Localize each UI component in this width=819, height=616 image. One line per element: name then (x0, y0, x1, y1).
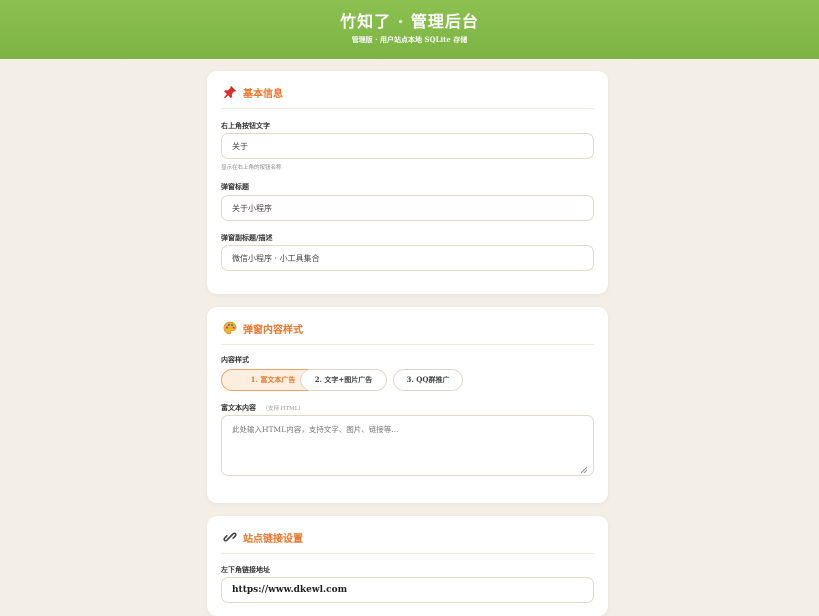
app-header: 竹知了 · 管理后台 管理版 · 用户站点本地 SQLite 存储 (0, 0, 819, 59)
popup-subtitle-label: 弹窗副标题/描述 (221, 233, 273, 242)
basic-info-card: 基本信息 右上角按钮文字 显示在右上角的按钮名称 弹窗标题 弹窗副标题/描述 (207, 71, 608, 294)
button-text-label: 右上角按钮文字 (221, 121, 270, 130)
bottom-left-link-input[interactable] (221, 577, 594, 603)
link-icon (223, 532, 237, 542)
site-links-header: 站点链接设置 (221, 516, 594, 554)
rich-content-label: 富文本内容 （支持 HTML） (221, 403, 304, 413)
pushpin-icon (223, 85, 237, 99)
basic-info-header: 基本信息 (221, 71, 594, 109)
basic-info-title: 基本信息 (243, 89, 283, 100)
rich-content-textarea[interactable] (221, 415, 594, 476)
rich-content-hint: （支持 HTML） (262, 406, 304, 412)
app-subtitle: 管理版 · 用户站点本地 SQLite 存储 (351, 35, 468, 44)
popup-style-header: 弹窗内容样式 (221, 307, 594, 345)
popup-style-card: 弹窗内容样式 内容样式 1. 富文本广告 2. 文字+图片广告 3. QQ群推广… (207, 307, 608, 503)
button-text-hint: 显示在右上角的按钮名称 (221, 165, 282, 171)
option-text-image-ad[interactable]: 2. 文字+图片广告 (300, 369, 387, 391)
resize-handle-icon[interactable] (581, 467, 587, 473)
popup-style-title: 弹窗内容样式 (243, 325, 303, 336)
option-qq-group[interactable]: 3. QQ群推广 (393, 369, 463, 391)
app-title: 竹知了 · 管理后台 (340, 12, 479, 31)
button-text-input[interactable] (221, 133, 594, 159)
rich-content-wrapper (207, 415, 608, 476)
site-links-card: 站点链接设置 左下角链接地址 (207, 516, 608, 616)
popup-title-input[interactable] (221, 195, 594, 221)
palette-icon (223, 321, 237, 335)
site-links-title: 站点链接设置 (243, 534, 303, 545)
popup-title-label: 弹窗标题 (221, 182, 249, 191)
bottom-left-link-label: 左下角链接地址 (221, 565, 270, 574)
rich-content-label-text: 富文本内容 (221, 403, 256, 412)
popup-subtitle-input[interactable] (221, 245, 594, 271)
content-style-label: 内容样式 (221, 355, 249, 364)
